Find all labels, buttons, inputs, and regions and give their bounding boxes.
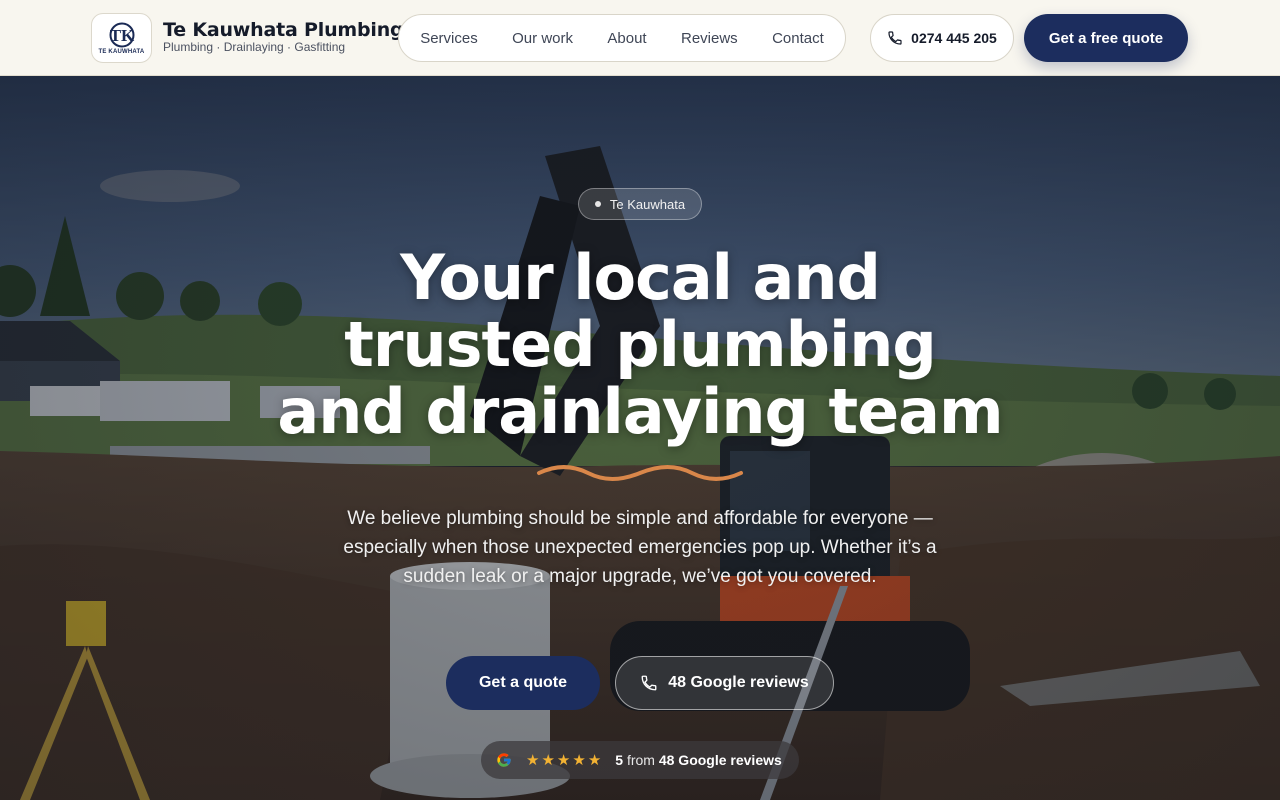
logo-mark-icon: TK [109, 22, 135, 47]
star-icon: ★ [541, 751, 555, 769]
site-header: TK TE KAUWHATA Te Kauwhata Plumbing Plum… [0, 0, 1280, 76]
phone-icon [641, 675, 657, 691]
headline-line-3: and drainlaying team [277, 375, 1003, 448]
star-icon: ★ [556, 751, 571, 769]
logo-text: TE KAUWHATA [98, 48, 145, 55]
rating-text: 5 from 48 Google reviews [615, 752, 782, 768]
nav-about[interactable]: About [607, 30, 646, 47]
hero-subtext: We believe plumbing should be simple and… [343, 508, 937, 587]
star-icon: ★ [526, 751, 540, 769]
badge-dot-icon [594, 201, 601, 207]
rating-score: 5 [615, 752, 624, 768]
squiggle-underline-icon [537, 465, 743, 481]
brand-tagline: Plumbing · Drainlaying · Gasfitting [163, 40, 346, 54]
get-quote-button[interactable]: Get a quote [446, 656, 600, 710]
google-reviews-button[interactable]: 48 Google reviews [615, 656, 834, 710]
rating-reviews-label: 48 Google reviews [658, 752, 782, 768]
phone-button[interactable]: 0274 445 205 [870, 14, 1014, 62]
phone-icon [888, 31, 902, 45]
star-rating: ★ ★ ★ ★ ★ [526, 753, 601, 768]
headline-line-2: trusted plumbing [344, 308, 936, 381]
nav-contact[interactable]: Contact [772, 30, 824, 47]
rating-from: from [626, 752, 655, 768]
brand-name: Te Kauwhata Plumbing [163, 19, 404, 41]
hero-headline: Your local and trusted plumbing and drai… [240, 244, 1040, 445]
free-quote-button[interactable]: Get a free quote [1024, 14, 1188, 62]
star-icon: ★ [572, 751, 586, 769]
nav-reviews[interactable]: Reviews [681, 30, 738, 47]
main-nav: Services Our work About Reviews Contact [398, 14, 846, 62]
rating-summary: ★ ★ ★ ★ ★ 5 from 48 Google reviews [481, 741, 799, 779]
google-icon [497, 753, 511, 767]
svg-text:TK: TK [109, 26, 134, 45]
headline-line-1: Your local and [400, 241, 881, 314]
logo[interactable]: TK TE KAUWHATA [91, 13, 152, 63]
badge-label: Te Kauwhata [609, 196, 686, 212]
phone-number: 0274 445 205 [911, 30, 997, 46]
brand: Te Kauwhata Plumbing Plumbing · Drainlay… [163, 19, 404, 54]
nav-our-work[interactable]: Our work [512, 30, 573, 47]
google-reviews-label: 48 Google reviews [668, 674, 809, 691]
nav-services[interactable]: Services [420, 30, 478, 47]
location-badge: Te Kauwhata [578, 188, 702, 220]
star-icon: ★ [587, 751, 602, 769]
